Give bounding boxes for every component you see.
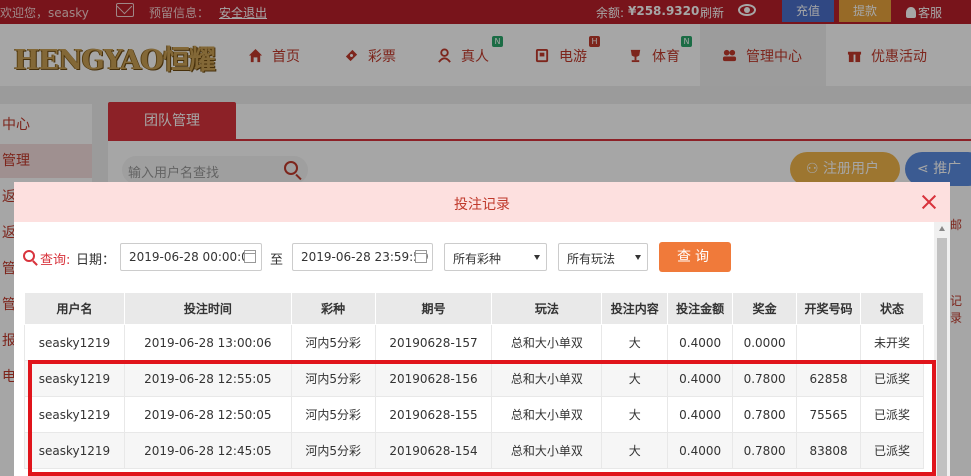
column-header: 投注内容 <box>601 292 669 325</box>
cell-content: 大 <box>601 396 669 433</box>
play-type-value: 所有玩法 <box>567 252 616 266</box>
cell-prize: 0.7800 <box>732 396 798 433</box>
modal-header: 投注记录 <box>14 182 950 222</box>
scrollbar-thumb[interactable] <box>937 238 947 476</box>
cell-bet-time: 2019-06-28 12:50:05 <box>123 396 292 433</box>
table-row: seasky1219 2019-06-28 13:00:06 河内5分彩 201… <box>24 324 924 361</box>
cell-issue: 20190628-157 <box>374 324 493 361</box>
cell-draw-number <box>796 324 862 361</box>
status-badge: 已派奖 <box>860 396 924 433</box>
table-row: seasky1219 2019-06-28 12:50:05 河内5分彩 201… <box>24 396 924 433</box>
cell-bet-time: 2019-06-28 12:45:05 <box>123 432 292 469</box>
filter-row: 查询: 日期： 2019-06-28 00:00:00 至 2019-06-28… <box>14 240 950 274</box>
cell-lottery: 河内5分彩 <box>290 396 376 433</box>
date-label: 日期： <box>76 253 116 268</box>
cell-play: 总和大小单双 <box>491 432 603 469</box>
column-header: 投注金额 <box>667 292 734 325</box>
scroll-up-arrow-icon[interactable] <box>939 226 945 231</box>
cell-issue: 20190628-155 <box>374 396 493 433</box>
column-header: 状态 <box>860 292 924 325</box>
cell-amount: 0.4000 <box>667 432 734 469</box>
cell-amount: 0.4000 <box>667 396 734 433</box>
cell-bet-time: 2019-06-28 12:55:05 <box>123 360 292 397</box>
chevron-down-icon <box>635 255 641 260</box>
cell-lottery: 河内5分彩 <box>290 360 376 397</box>
to-label: 至 <box>270 253 284 268</box>
lottery-type-value: 所有彩种 <box>453 252 502 266</box>
cell-username: seasky1219 <box>24 432 125 469</box>
bet-records-table: 用户名 投注时间 彩种 期号 玩法 投注内容 投注金额 奖金 开奖号码 状态 s… <box>24 292 924 469</box>
cell-amount: 0.4000 <box>667 360 734 397</box>
cell-play: 总和大小单双 <box>491 360 603 397</box>
date-to-value: 2019-06-28 23:59:59 <box>301 250 429 264</box>
table-header-row: 用户名 投注时间 彩种 期号 玩法 投注内容 投注金额 奖金 开奖号码 状态 <box>24 292 924 325</box>
query-label: 查询: <box>40 253 71 268</box>
cell-amount: 0.4000 <box>667 324 734 361</box>
cell-prize: 0.7800 <box>732 432 798 469</box>
column-header: 彩种 <box>290 292 376 325</box>
status-badge: 未开奖 <box>860 324 924 361</box>
cell-content: 大 <box>601 324 669 361</box>
modal-backdrop-top <box>0 0 971 86</box>
column-header: 开奖号码 <box>796 292 862 325</box>
cell-username: seasky1219 <box>24 324 125 361</box>
cell-prize: 0.0000 <box>732 324 798 361</box>
play-type-select[interactable]: 所有玩法 <box>558 243 648 271</box>
column-header: 期号 <box>374 292 493 325</box>
cell-lottery: 河内5分彩 <box>290 324 376 361</box>
cell-prize: 0.7800 <box>732 360 798 397</box>
calendar-icon[interactable] <box>244 250 256 263</box>
column-header: 玩法 <box>491 292 603 325</box>
cell-draw-number: 75565 <box>796 396 862 433</box>
modal-title: 投注记录 <box>454 197 510 213</box>
lottery-type-select[interactable]: 所有彩种 <box>444 243 547 271</box>
cell-issue: 20190628-156 <box>374 360 493 397</box>
cell-username: seasky1219 <box>24 360 125 397</box>
column-header: 投注时间 <box>123 292 292 325</box>
date-from-input[interactable]: 2019-06-28 00:00:00 <box>120 243 262 271</box>
cell-bet-time: 2019-06-28 13:00:06 <box>123 324 292 361</box>
status-badge: 已派奖 <box>860 360 924 397</box>
cell-play: 总和大小单双 <box>491 324 603 361</box>
status-badge: 已派奖 <box>860 432 924 469</box>
cell-issue: 20190628-154 <box>374 432 493 469</box>
cell-draw-number: 62858 <box>796 360 862 397</box>
search-icon <box>23 250 35 262</box>
table-row: seasky1219 2019-06-28 12:45:05 河内5分彩 201… <box>24 432 924 469</box>
cell-content: 大 <box>601 360 669 397</box>
cell-draw-number: 83808 <box>796 432 862 469</box>
bet-records-modal: 投注记录 查询: 日期： 2019-06-28 00:00:00 至 2019-… <box>14 182 950 476</box>
date-to-input[interactable]: 2019-06-28 23:59:59 <box>292 243 433 271</box>
cell-content: 大 <box>601 432 669 469</box>
column-header: 奖金 <box>732 292 798 325</box>
close-icon[interactable] <box>919 192 939 212</box>
table-row: seasky1219 2019-06-28 12:55:05 河内5分彩 201… <box>24 360 924 397</box>
cell-username: seasky1219 <box>24 396 125 433</box>
column-header: 用户名 <box>24 292 125 325</box>
cell-lottery: 河内5分彩 <box>290 432 376 469</box>
calendar-icon[interactable] <box>415 250 427 263</box>
cell-play: 总和大小单双 <box>491 396 603 433</box>
modal-scrollbar[interactable] <box>934 222 950 476</box>
chevron-down-icon <box>534 255 540 260</box>
date-from-value: 2019-06-28 00:00:00 <box>129 250 257 264</box>
query-button[interactable]: 查询 <box>659 242 731 272</box>
